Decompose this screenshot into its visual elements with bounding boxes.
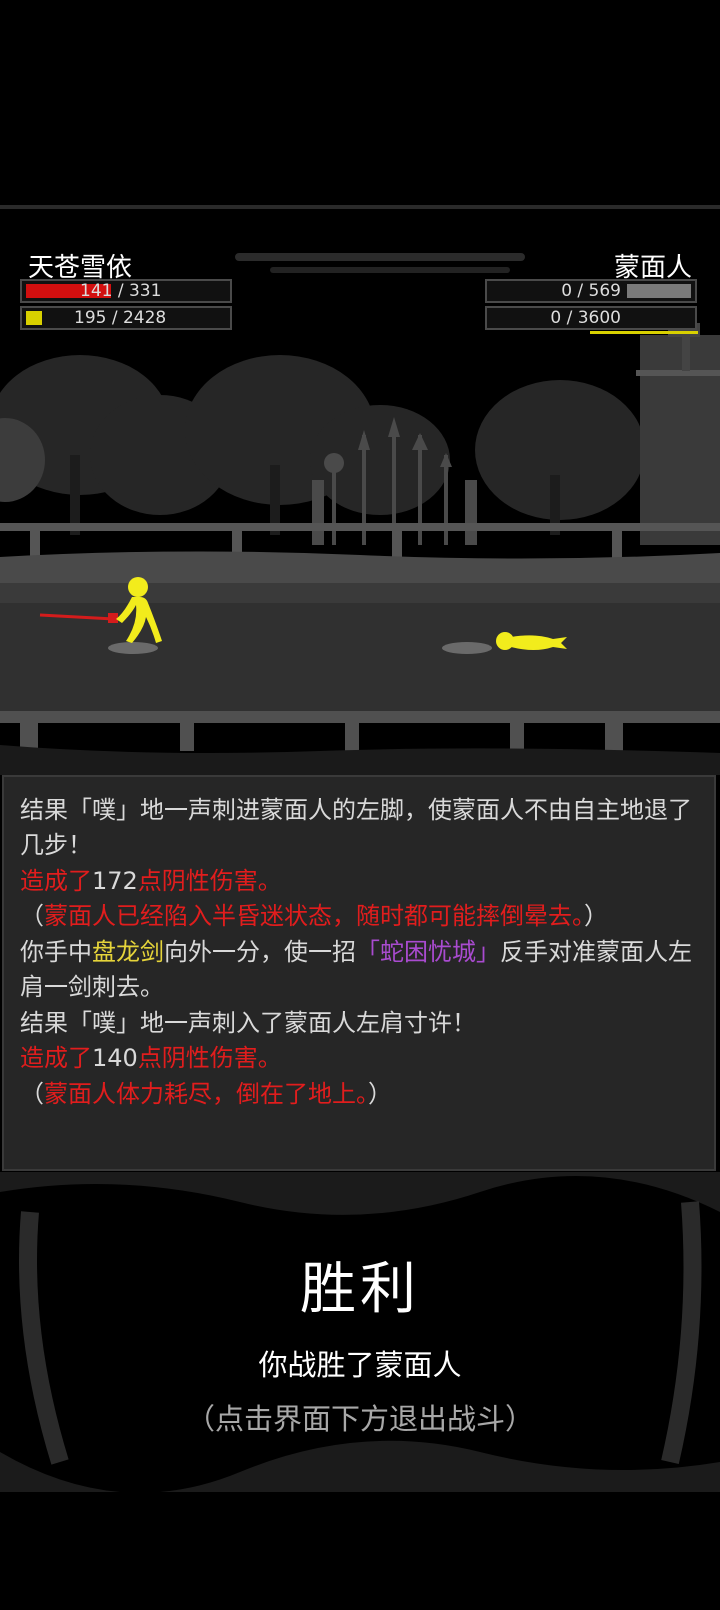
result-panel[interactable]: 胜利 你战胜了蒙面人 （点击界面下方退出战斗） [0,1172,720,1492]
exit-hint[interactable]: （点击界面下方退出战斗） [0,1396,720,1438]
log-line: 结果「噗」地一声刺进蒙面人的左脚，使蒙面人不由自主地退了几步！ [20,793,702,864]
log-line: （蒙面人已经陷入半昏迷状态，随时都可能摔倒晕去。） [20,899,702,935]
combat-log[interactable]: 结果「噗」地一声刺进蒙面人的左脚，使蒙面人不由自主地退了几步！ 造成了172点阴性… [2,775,716,1171]
log-segment: （ [20,1079,44,1108]
log-segment: 蒙面人已经陷入半昏迷状态，随时都可能摔倒晕去。 [44,902,584,930]
battle-scene: 天苍雪依 141 / 331 195 / 2428 蒙面人 0 / 569 0 … [0,205,720,775]
player-mp-text: 195 / 2428 [74,308,167,328]
enemy-mp-bar: 0 / 3600 [485,306,697,330]
log-segment: 结果「噗」地一声刺入了蒙面人左肩寸许！ [20,1008,476,1037]
enemy-mp-text: 0 / 3600 [550,308,621,328]
log-segment: 造成了 [20,1044,92,1072]
log-segment: ） [584,902,608,930]
player-mp-fill [26,311,42,325]
victory-subtitle: 你战胜了蒙面人 [258,1348,462,1382]
log-segment: 「蛇困忧城」 [356,937,500,966]
log-segment: 你手中 [20,937,92,966]
log-segment: ） [368,1079,392,1108]
enemy-hp-bar: 0 / 569 [485,279,697,303]
log-line: （蒙面人体力耗尽，倒在了地上。） [20,1077,702,1113]
log-segment: 140 [92,1044,138,1072]
log-segment: 结果「噗」地一声刺进蒙面人的左脚，使蒙面人不由自主地退了几步！ [20,795,692,860]
log-line: 造成了172点阴性伤害。 [20,864,702,900]
enemy-hp-empty [627,284,691,298]
player-hp-bar: 141 / 331 [20,279,232,303]
log-line: 造成了140点阴性伤害。 [20,1041,702,1077]
log-line-partial [20,777,702,793]
enemy-hp-text: 0 / 569 [561,281,621,301]
log-segment: 点阴性伤害。 [137,866,282,895]
log-segment: 蒙面人体力耗尽，倒在了地上。 [44,1079,368,1108]
log-segment: 盘龙剑 [92,937,164,966]
log-line: 你手中盘龙剑向外一分，使一招「蛇困忧城」反手对准蒙面人左肩一剑刺去。 [20,935,702,1006]
log-segment: 172 [92,866,138,895]
enemy-stun-indicator [590,331,698,334]
log-segment: 向外一分，使一招 [164,937,356,966]
log-segment: 造成了 [20,866,92,895]
combat-log-text: 结果「噗」地一声刺进蒙面人的左脚，使蒙面人不由自主地退了几步！ 造成了172点阴性… [20,777,702,1113]
player-mp-bar: 195 / 2428 [20,306,232,330]
victory-title: 胜利 [300,1257,420,1322]
player-character [39,577,162,643]
player-hp-text: 141 / 331 [80,281,162,301]
result-background [0,1172,720,1492]
enemy-character [496,632,567,650]
log-line: 结果「噗」地一声刺入了蒙面人左肩寸许！ [20,1006,702,1042]
log-segment: （ [20,902,44,930]
log-segment: 点阴性伤害。 [137,1044,282,1072]
